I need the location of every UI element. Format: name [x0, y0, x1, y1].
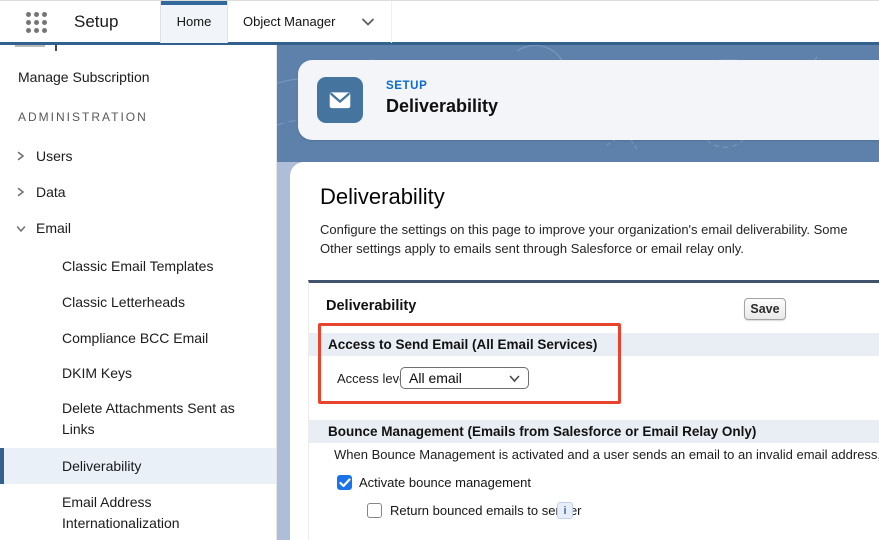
panel-title: Deliverability	[326, 283, 416, 330]
sidebar-item-label: Deliverability	[62, 448, 141, 484]
sidebar-item-label: Compliance BCC Email	[62, 324, 208, 352]
salesforce-setup-screen: Setup Home Object Manager	[0, 0, 879, 540]
tab-object-manager-label: Object Manager	[243, 14, 336, 29]
chevron-down-icon	[509, 375, 520, 383]
sidebar-item-classic-letterheads[interactable]: Classic Letterheads	[0, 288, 277, 316]
setup-page-header: SETUP Deliverability	[298, 60, 879, 140]
bounce-management-description: When Bounce Management is activated and …	[334, 447, 879, 462]
checkbox-label: Return bounced emails to sender	[390, 503, 582, 519]
tab-home-label: Home	[177, 14, 212, 29]
sidebar-item-classic-email-templates[interactable]: Classic Email Templates	[0, 252, 277, 280]
section-bounce-management: Bounce Management (Emails from Salesforc…	[309, 420, 879, 443]
chevron-right-icon	[16, 151, 25, 161]
sidebar-item-label: Manage Subscription	[18, 63, 150, 91]
sidebar-item-manage-subscription[interactable]: Manage Subscription	[0, 63, 277, 91]
return-bounced-emails-checkbox[interactable]	[367, 503, 382, 518]
page-intro-line2: Other settings apply to emails sent thro…	[320, 241, 744, 256]
sidebar-item-users[interactable]: Users	[0, 142, 277, 170]
activate-bounce-management-checkbox[interactable]	[337, 475, 352, 490]
sidebar-item-label: Email	[36, 214, 71, 242]
content-card: Deliverability Configure the settings on…	[290, 162, 879, 540]
sidebar-item-email-address-internationalization[interactable]: Email Address Internationalization	[62, 492, 257, 534]
sidebar-item-data[interactable]: Data	[0, 178, 277, 206]
app-title: Setup	[74, 1, 118, 43]
clipped-sidebar-item-fragment	[55, 45, 57, 51]
section-title: Bounce Management (Emails from Salesforc…	[328, 420, 756, 443]
deliverability-settings-panel: Deliverability Save Access to Send Email…	[308, 280, 879, 540]
sidebar-section-administration: ADMINISTRATION	[18, 104, 148, 130]
access-level-row: Access level All email	[309, 367, 879, 391]
setup-eyebrow-label: SETUP	[386, 80, 427, 92]
save-button[interactable]: Save	[744, 298, 786, 320]
sidebar-item-label: Classic Letterheads	[62, 288, 185, 316]
access-level-select[interactable]: All email	[400, 367, 529, 389]
tab-object-manager[interactable]: Object Manager	[228, 1, 392, 43]
access-level-selected-value: All email	[409, 370, 462, 386]
sidebar-item-compliance-bcc-email[interactable]: Compliance BCC Email	[0, 324, 277, 352]
chevron-down-icon	[361, 17, 375, 27]
section-access-to-send-email: Access to Send Email (All Email Services…	[309, 333, 879, 356]
sidebar-item-dkim-keys[interactable]: DKIM Keys	[0, 359, 277, 387]
info-icon[interactable]: i	[557, 502, 573, 519]
tab-home[interactable]: Home	[160, 1, 228, 43]
top-navigation-bar: Setup Home Object Manager	[0, 0, 879, 42]
sidebar-item-deliverability-selected[interactable]: Deliverability	[0, 448, 277, 484]
clipped-sidebar-item-fragment	[15, 45, 45, 47]
section-title: Access to Send Email (All Email Services…	[328, 333, 597, 356]
sidebar-item-email[interactable]: Email	[0, 214, 277, 242]
sidebar-item-label: Classic Email Templates	[62, 252, 213, 280]
page-title: Deliverability	[320, 184, 445, 210]
checkbox-label: Activate bounce management	[359, 475, 531, 491]
sidebar-item-label: Data	[36, 178, 66, 206]
envelope-icon	[317, 77, 363, 123]
sidebar-item-label: Delete Attachments Sent as Links	[62, 400, 235, 437]
chevron-down-icon	[16, 225, 26, 233]
setup-sidebar: Manage Subscription ADMINISTRATION Users…	[0, 45, 277, 540]
page-intro-line1: Configure the settings on this page to i…	[320, 222, 848, 237]
sidebar-item-delete-attachments[interactable]: Delete Attachments Sent as Links	[62, 398, 257, 440]
panel-header: Deliverability Save	[309, 283, 879, 330]
chevron-right-icon	[16, 187, 25, 197]
setup-header-title: Deliverability	[386, 96, 498, 117]
sidebar-item-label: Email Address Internationalization	[62, 494, 180, 531]
check-icon	[339, 478, 351, 488]
header-divider	[0, 42, 879, 45]
app-launcher-icon[interactable]	[26, 12, 51, 33]
access-level-label: Access level	[337, 367, 409, 391]
sidebar-item-label: Users	[36, 142, 73, 170]
sidebar-item-label: DKIM Keys	[62, 359, 132, 387]
